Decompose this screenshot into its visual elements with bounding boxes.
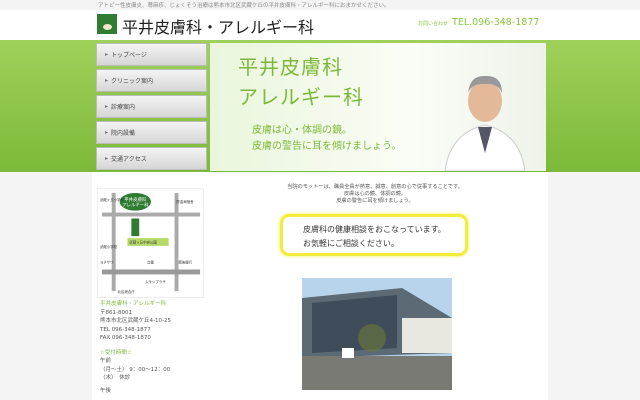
contact-label: お問い合わせ — [418, 21, 449, 27]
access-map[interactable]: 平井皮膚科 アレルギー科 武蔵ヶ丘小学校 貯金局宿舎 武蔵ヶ丘中央公園 武蔵小学… — [97, 188, 204, 298]
hours-am: 午前 — [100, 358, 112, 364]
zip: 〒861-8001 — [100, 309, 132, 316]
nav-treatment[interactable]: 診療案内 — [96, 95, 207, 118]
hero-sub-1: 皮膚は心・体調の鏡。 — [252, 125, 352, 136]
notice-line-1: 皮膚科の健康相談をおこなっています。 — [303, 225, 446, 234]
logo-icon[interactable] — [97, 14, 117, 34]
map-label: 肥後銀行 — [178, 260, 192, 265]
clinic-info: 平井皮膚科・アレルギー科 〒861-8001 熊本市北区武蔵ケ丘4-10-25 … — [100, 300, 171, 395]
map-clinic-label-2: アレルギー科 — [122, 202, 149, 209]
address: 熊本市北区武蔵ケ丘4-10-25 — [100, 318, 171, 324]
contact-tel: お問い合わせ TEL.096-348-1877 — [418, 17, 539, 28]
map-label: 武蔵ヶ丘小学校 — [100, 197, 125, 202]
header — [0, 10, 640, 40]
site-title[interactable]: 平井皮膚科・アレルギー科 — [122, 14, 314, 38]
notice-line-2: お気軽にご相談ください。 — [303, 239, 399, 248]
clinic-building-photo — [302, 278, 452, 390]
hero-title-1: 平井皮膚科 — [238, 55, 343, 79]
map-label: 武蔵小学校 — [100, 244, 118, 249]
map-label: 貯金局宿舎 — [177, 199, 195, 204]
hours-thursday: （木） 休診 — [100, 375, 131, 381]
nav-clinic[interactable]: クリニック案内 — [96, 69, 207, 92]
clinic-name: 平井皮膚科・アレルギー科 — [100, 301, 167, 307]
tel-number: TEL.096-348-1877 — [452, 17, 540, 28]
hero-banner: 平井皮膚科 アレルギー科 皮膚は心・体調の鏡。 皮膚の警告に耳を傾けましょう。 — [210, 43, 546, 171]
motto: 当院のモットーは、職員全員が熱意、誠意、創意の心で従事することです。 皮膚は心の… — [280, 184, 470, 205]
hours-pm: 午後 — [100, 387, 112, 394]
nav-facilities[interactable]: 院内設備 — [96, 121, 207, 144]
map-label: ムサシプラザ — [145, 279, 166, 284]
tel: TEL 096-348-1877 — [100, 326, 151, 333]
map-label: ヨチザワ — [100, 260, 114, 265]
hero-sub-2: 皮膚の警告に耳を傾けましょう。 — [252, 141, 402, 152]
map-label: 交番 — [147, 260, 154, 265]
nav-access[interactable]: 交通アクセス — [96, 147, 207, 170]
hero-title-2: アレルギー科 — [238, 85, 364, 109]
motto-line: 皮膚の警告に耳を傾けましょう。 — [336, 198, 414, 204]
nav-top[interactable]: トップページ — [96, 43, 207, 66]
doctor-photo — [444, 75, 526, 171]
main-nav: トップページ クリニック案内 診療案内 院内設備 交通アクセス — [96, 43, 207, 173]
motto-line: 皮膚は心の鏡、体調の鏡。 — [343, 191, 407, 197]
hours-title: ☆受付時間☆ — [100, 349, 132, 356]
map-label: 武蔵ヶ丘中央公園 — [129, 239, 157, 244]
consultation-notice: 皮膚科の健康相談をおこなっています。 お気軽にご相談ください。 — [280, 214, 468, 256]
motto-line: 当院のモットーは、職員全員が熱意、誠意、創意の心で従事することです。 — [287, 184, 463, 190]
fax: FAX 096-348-1870 — [100, 335, 151, 341]
top-tagline: アトピー性皮膚炎、蕁麻疹、じょくそう治療は熊本市北区武蔵ケ丘の平井皮膚科・アレル… — [98, 3, 390, 9]
hours-weekday: （月〜土） 9：00〜12：00 — [100, 366, 171, 373]
map-label: 北区総合庁 — [118, 289, 136, 294]
map-clinic-label-1: 平井皮膚科 — [124, 196, 147, 203]
